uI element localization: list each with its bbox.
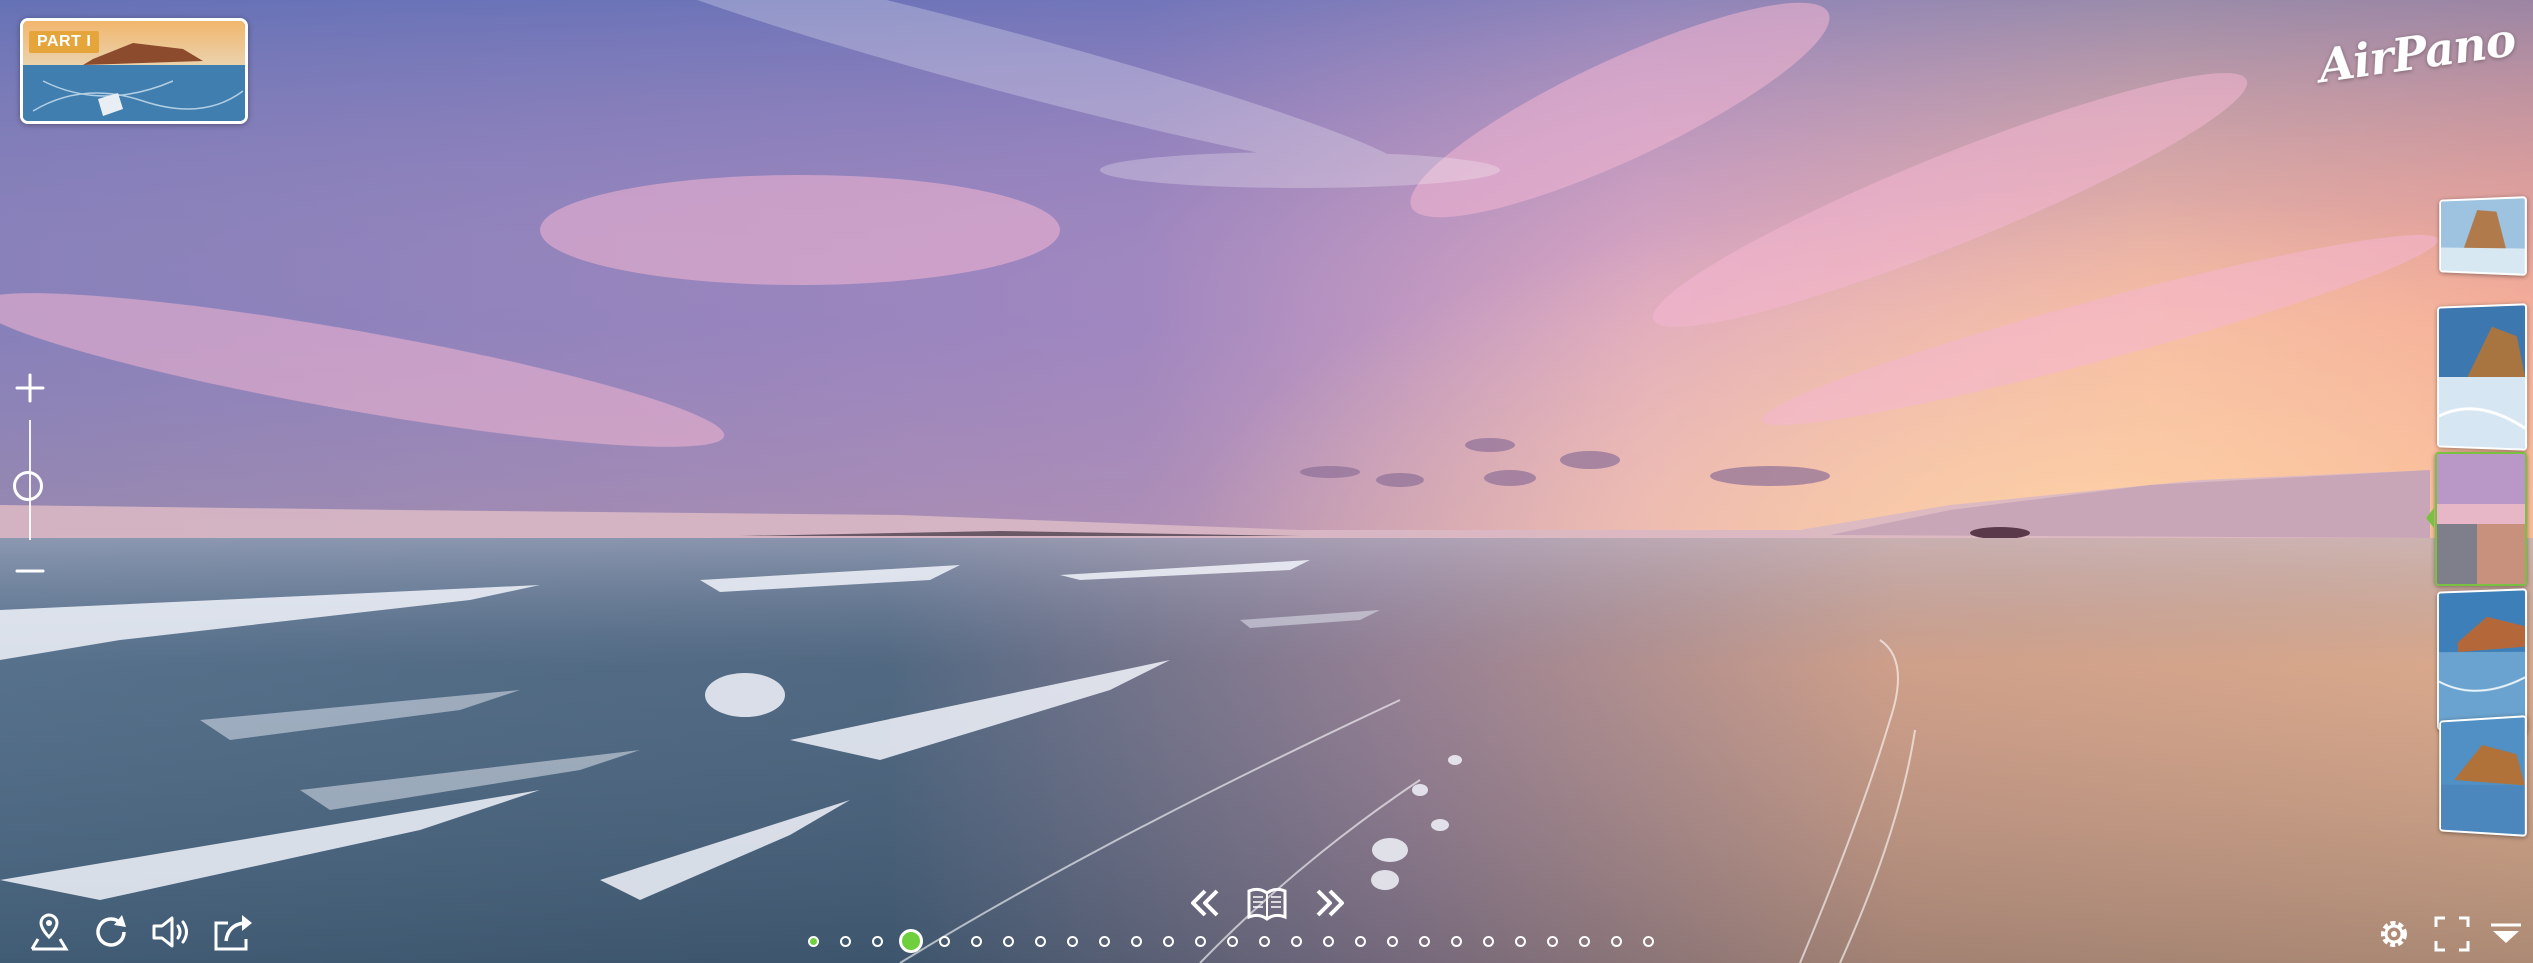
fullscreen-icon (2434, 916, 2470, 952)
rotate-icon (96, 915, 126, 947)
thumbnail-image (2437, 454, 2525, 584)
part-thumbnail[interactable]: PART I (20, 18, 248, 124)
pagination-dot-11[interactable] (1131, 935, 1142, 947)
fullscreen-button[interactable] (2431, 913, 2473, 955)
previous-icon (1191, 889, 1219, 917)
share-icon (214, 915, 252, 951)
pagination-dot-20[interactable] (1419, 935, 1430, 947)
part-badge: PART I (29, 31, 100, 53)
pagination-dot-26[interactable] (1611, 935, 1622, 947)
panorama-pagination (808, 929, 1675, 953)
sound-icon (152, 916, 188, 948)
zoom-out-button[interactable] (14, 555, 46, 587)
pagination-dot-27[interactable] (1643, 935, 1654, 947)
pagination-dot-6[interactable] (971, 935, 982, 947)
thumbnail-image (2440, 198, 2525, 274)
pagination-dot-17[interactable] (1323, 935, 1334, 947)
side-thumbnail-5[interactable] (2439, 715, 2527, 837)
pagination-dot-18[interactable] (1355, 935, 1366, 947)
pagination-dot-24[interactable] (1547, 935, 1558, 947)
previous-button[interactable] (1185, 883, 1225, 923)
next-icon (1316, 889, 1344, 917)
thumbnail-image (2438, 305, 2526, 449)
pagination-dot-1[interactable] (808, 935, 819, 947)
map-pin-icon (30, 913, 69, 951)
menu-collapse-icon (2491, 923, 2521, 943)
pagination-dot-14[interactable] (1227, 935, 1238, 947)
map-button[interactable] (26, 909, 72, 955)
pagination-dot-21[interactable] (1451, 935, 1462, 947)
pagination-dot-16[interactable] (1291, 935, 1302, 947)
plus-icon (15, 373, 45, 403)
pagination-dot-15[interactable] (1259, 935, 1270, 947)
pagination-dot-10[interactable] (1099, 935, 1110, 947)
active-thumbnail-marker (2426, 508, 2434, 528)
pagination-dot-19[interactable] (1387, 935, 1398, 947)
thumbnail-image (2438, 590, 2526, 732)
thumbnail-image (2440, 717, 2525, 835)
pagination-dot-9[interactable] (1067, 935, 1078, 947)
zoom-in-button[interactable] (14, 372, 46, 404)
pagination-dot-7[interactable] (1003, 935, 1014, 947)
pagination-dot-8[interactable] (1035, 935, 1046, 947)
next-button[interactable] (1310, 883, 1350, 923)
panorama-view[interactable] (0, 0, 2533, 963)
pagination-dot-22[interactable] (1483, 935, 1494, 947)
pagination-dot-23[interactable] (1515, 935, 1526, 947)
pagination-dot-25[interactable] (1579, 935, 1590, 947)
side-thumbnail-3[interactable] (2435, 452, 2527, 586)
side-thumbnail-2[interactable] (2437, 303, 2528, 451)
share-button[interactable] (210, 909, 256, 955)
settings-icon (2381, 921, 2407, 947)
book-icon (1247, 887, 1287, 921)
pagination-dot-4[interactable] (899, 929, 923, 953)
pagination-dot-3[interactable] (872, 935, 883, 947)
pagination-dot-2[interactable] (840, 935, 851, 947)
side-thumbnail-4[interactable] (2437, 588, 2528, 734)
settings-button[interactable] (2373, 913, 2415, 955)
autorotate-button[interactable] (88, 909, 134, 955)
side-thumbnail-1[interactable] (2439, 196, 2527, 276)
minus-icon (15, 569, 45, 573)
menu-collapse-button[interactable] (2485, 913, 2527, 955)
pagination-dot-12[interactable] (1163, 935, 1174, 947)
pagination-dot-13[interactable] (1195, 935, 1206, 947)
sound-button[interactable] (148, 909, 194, 955)
description-button[interactable] (1245, 883, 1289, 923)
zoom-slider-handle[interactable] (13, 471, 43, 501)
pagination-dot-5[interactable] (939, 935, 950, 947)
